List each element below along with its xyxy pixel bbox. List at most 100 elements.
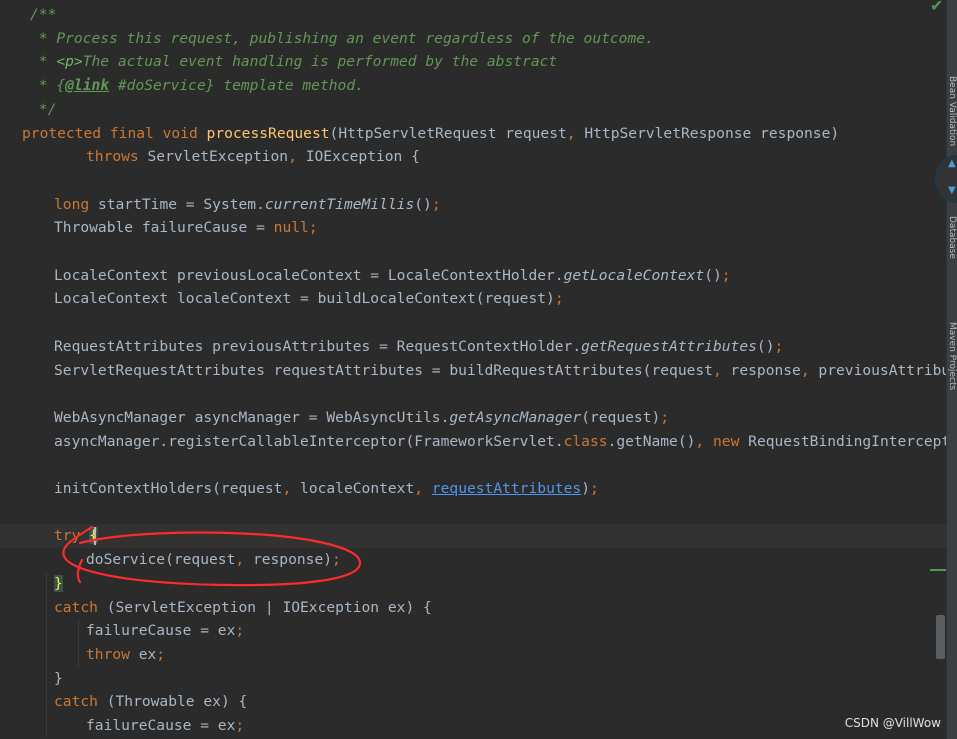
code-token: LocaleContext previousLocaleContext = Lo… (54, 266, 564, 284)
code-line[interactable]: * {@link #doService} template method. (0, 74, 947, 98)
code-token: long (54, 195, 98, 213)
code-token: * Process this request, publishing an ev… (30, 29, 654, 47)
code-line[interactable]: */ (0, 98, 947, 122)
code-token: processRequest (206, 124, 330, 142)
code-line-text: * Process this request, publishing an ev… (30, 27, 654, 51)
code-line-text: failureCause = ex; (86, 714, 244, 738)
code-token: throw (86, 645, 139, 663)
code-token: previousAttributes) (818, 361, 947, 379)
code-token: , (288, 148, 306, 166)
maven-projects-tab[interactable]: Maven Projects (947, 322, 957, 442)
code-line[interactable]: catch (ServletException | IOException ex… (0, 596, 947, 620)
code-token: <p> (56, 53, 83, 71)
code-line[interactable]: asyncManager.registerCallableInterceptor… (0, 430, 947, 454)
code-token: , (695, 432, 713, 450)
code-line[interactable]: * Process this request, publishing an ev… (0, 27, 947, 51)
code-line[interactable] (0, 453, 947, 477)
code-token: Throwable failureCause = (54, 219, 274, 237)
code-token: catch (54, 693, 107, 711)
code-token: HttpServletResponse response) (584, 124, 840, 142)
code-line-text: LocaleContext previousLocaleContext = Lo… (54, 264, 731, 288)
code-token: getAsyncManager (449, 408, 582, 426)
code-token: try (54, 527, 90, 545)
code-line-text: initContextHolders(request, localeContex… (54, 477, 599, 501)
code-token: ; (332, 551, 341, 569)
code-token: , (712, 361, 731, 379)
code-line[interactable]: LocaleContext localeContext = buildLocal… (0, 287, 947, 311)
code-line-text: * <p>The actual event handling is perfor… (30, 50, 557, 74)
code-line[interactable]: initContextHolders(request, localeContex… (0, 477, 947, 501)
code-token: (HttpServletRequest request (329, 124, 567, 142)
code-token: #doService} template method. (109, 77, 364, 95)
code-line-text: } (54, 667, 63, 691)
code-line[interactable] (0, 501, 947, 525)
scroll-up-icon[interactable]: ▲ (948, 158, 956, 169)
code-token: initContextHolders(request (54, 480, 283, 497)
code-line-text: asyncManager.registerCallableInterceptor… (54, 430, 947, 454)
code-line[interactable]: doService(request, response); (0, 548, 947, 572)
code-token: * (30, 53, 57, 71)
code-line[interactable]: long startTime = System.currentTimeMilli… (0, 193, 947, 217)
code-token: ; (235, 622, 245, 640)
code-line[interactable]: try { (0, 524, 947, 549)
code-line[interactable]: failureCause = ex; (0, 619, 947, 643)
code-line[interactable] (0, 311, 947, 335)
code-token: startTime = System. (97, 195, 265, 213)
code-token: } (54, 574, 63, 592)
code-line[interactable]: RequestAttributes previousAttributes = R… (0, 335, 947, 359)
code-line[interactable]: } (0, 667, 947, 691)
code-token: null (273, 219, 309, 237)
code-token: ; (554, 290, 564, 308)
code-line-text: RequestAttributes previousAttributes = R… (54, 335, 783, 359)
code-token: () (414, 195, 432, 213)
bean-validation-tab[interactable]: Bean Validation (947, 76, 957, 166)
code-token: ; (721, 266, 731, 284)
code-token: final (109, 124, 163, 142)
code-line[interactable]: LocaleContext previousLocaleContext = Lo… (0, 264, 947, 288)
code-line[interactable]: throw ex; (0, 643, 947, 667)
code-token: , (282, 480, 301, 497)
code-line-text: catch (Throwable ex) { (54, 690, 247, 714)
code-line[interactable]: } (0, 572, 947, 596)
code-line[interactable]: protected final void processRequest(Http… (0, 122, 947, 146)
code-token: LocaleContext localeContext = buildLocal… (54, 290, 555, 308)
code-line-text: protected final void processRequest(Http… (22, 122, 839, 146)
code-token: , (235, 551, 253, 569)
code-line[interactable]: catch (Throwable ex) { (0, 690, 947, 714)
code-line[interactable]: * <p>The actual event handling is perfor… (0, 50, 947, 74)
code-token: WebAsyncManager asyncManager = WebAsyncU… (54, 408, 450, 426)
code-token: new (713, 432, 749, 450)
code-line-text: catch (ServletException | IOException ex… (54, 596, 432, 620)
code-line[interactable]: WebAsyncManager asyncManager = WebAsyncU… (0, 406, 947, 430)
code-line[interactable] (0, 382, 947, 406)
code-line[interactable]: throws ServletException, IOException { (0, 145, 947, 169)
code-token: ex (138, 645, 157, 663)
inspection-ok-icon[interactable]: ✔ (930, 0, 943, 15)
code-token: () (704, 266, 722, 284)
code-line[interactable]: failureCause = ex; (0, 714, 947, 738)
code-token: asyncManager.registerCallableInterceptor… (54, 432, 564, 450)
code-token: ServletRequestAttributes requestAttribut… (54, 361, 713, 379)
indent-guide (78, 619, 79, 667)
code-token: ; (774, 337, 784, 355)
code-token: ; (590, 480, 599, 497)
code-line[interactable]: ServletRequestAttributes requestAttribut… (0, 359, 947, 383)
text-caret (94, 527, 96, 546)
code-line[interactable] (0, 169, 947, 193)
code-token: , (566, 124, 585, 142)
code-line[interactable] (0, 240, 947, 264)
change-marker[interactable] (930, 569, 946, 571)
code-line-text: failureCause = ex; (86, 619, 244, 643)
code-line-text: Throwable failureCause = null; (54, 216, 318, 240)
code-token: ServletException (147, 148, 289, 166)
code-line-text: */ (30, 98, 57, 122)
code-token: throws (86, 148, 148, 166)
code-token: class (563, 432, 608, 450)
scroll-down-icon[interactable]: ▼ (948, 185, 956, 196)
code-editor[interactable]: /** * Process this request, publishing a… (0, 0, 947, 739)
code-line[interactable]: /** (0, 3, 947, 27)
code-line[interactable]: Throwable failureCause = null; (0, 216, 947, 240)
database-tab[interactable]: Database (947, 216, 957, 296)
scrollbar-thumb[interactable] (936, 615, 945, 659)
code-token: doService(request (86, 551, 236, 569)
